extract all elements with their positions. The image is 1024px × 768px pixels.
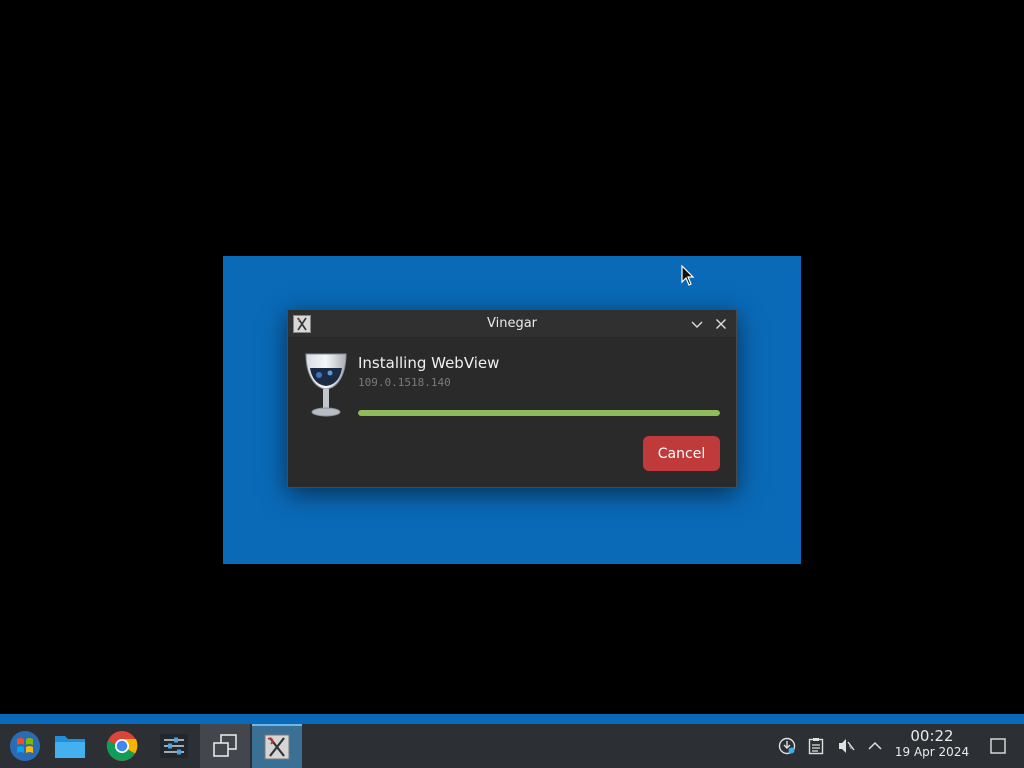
chrome-button[interactable] [97, 724, 147, 768]
wine-glass-icon [305, 353, 347, 417]
cancel-button[interactable]: Cancel [643, 436, 720, 471]
tray-expand-button[interactable] [865, 736, 885, 756]
progress-bar-fill [358, 410, 720, 416]
clock-time: 00:22 [910, 727, 954, 745]
vinegar-icon [264, 734, 290, 760]
clock-date: 19 Apr 2024 [894, 745, 970, 759]
progress-bar [358, 410, 720, 416]
clock[interactable]: 00:22 19 Apr 2024 [893, 727, 971, 760]
taskbar: 00:22 19 Apr 2024 [0, 714, 1024, 768]
minimize-button[interactable] [688, 315, 706, 333]
network-icon [778, 737, 796, 755]
volume-muted-icon [839, 739, 855, 753]
settings-button[interactable] [149, 724, 199, 768]
install-version: 109.0.1518.140 [358, 376, 451, 389]
close-icon [716, 319, 726, 329]
show-desktop-button[interactable] [988, 736, 1008, 756]
volume-tray[interactable] [836, 736, 856, 756]
start-menu-button[interactable] [0, 724, 50, 768]
chrome-icon [106, 731, 138, 761]
windows-overlap-icon [213, 734, 237, 757]
folder-icon [55, 736, 85, 758]
clipboard-tray[interactable] [806, 736, 826, 756]
chevron-down-icon [691, 321, 703, 328]
taskbar-item-vinegar[interactable] [252, 724, 302, 768]
installer-dialog: Vinegar Installing WebView 109.0.1518.14… [287, 309, 737, 488]
task-view-button[interactable] [200, 724, 250, 768]
close-button[interactable] [712, 315, 730, 333]
clipboard-icon [808, 738, 824, 755]
chevron-up-icon [868, 741, 882, 750]
dialog-title: Vinegar [486, 316, 538, 331]
notification-square-icon [990, 738, 1006, 754]
network-tray[interactable] [777, 736, 797, 756]
windows-logo-icon [10, 731, 40, 761]
sliders-icon [160, 734, 188, 758]
install-heading: Installing WebView [358, 354, 500, 372]
mouse-cursor-icon [681, 265, 695, 286]
file-manager-button[interactable] [45, 724, 95, 768]
dialog-titlebar[interactable]: Vinegar [288, 310, 736, 338]
